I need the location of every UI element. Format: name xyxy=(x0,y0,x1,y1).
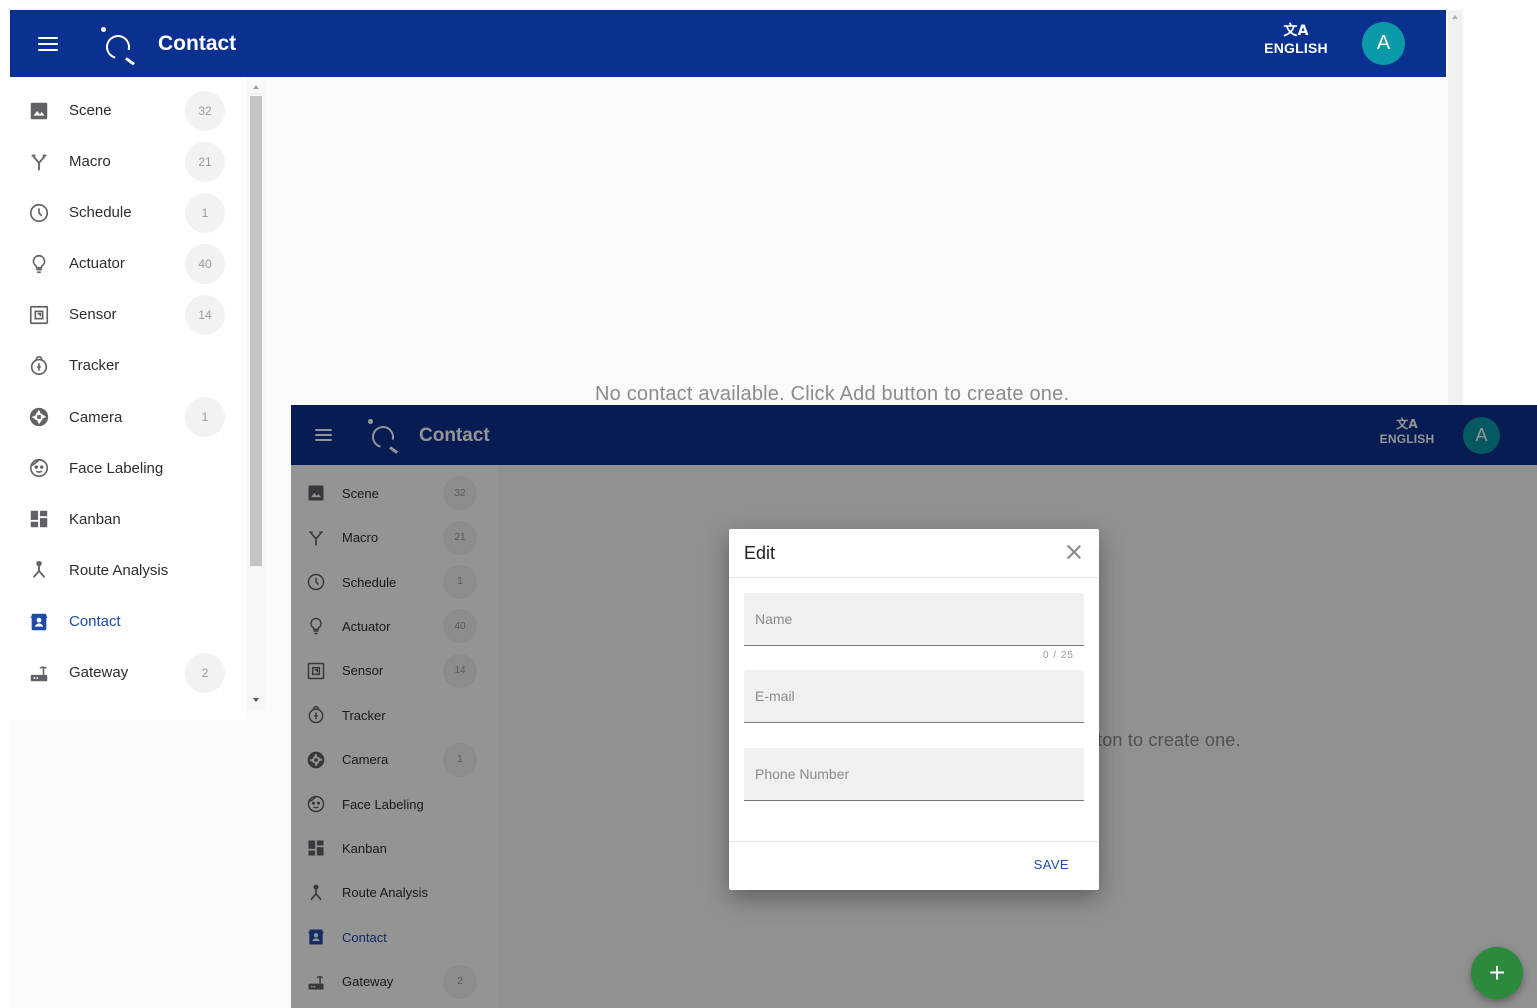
close-icon[interactable] xyxy=(1065,543,1083,561)
scroll-up-arrow[interactable] xyxy=(253,85,259,89)
sidebar-item-scene[interactable]: Scene 32 xyxy=(10,85,246,136)
scroll-down-arrow[interactable] xyxy=(253,698,259,702)
count-badge: 14 xyxy=(185,294,225,335)
top-app-bar: Contact 文A ENGLISH A xyxy=(10,10,1446,77)
page-scrollbar[interactable] xyxy=(1448,10,1462,405)
sidebar-item-label: Sensor xyxy=(69,306,117,324)
dashboard-icon xyxy=(28,508,50,530)
aperture-icon xyxy=(28,406,50,428)
email-input[interactable] xyxy=(744,670,1084,722)
sidebar-nav: Scene 32 Macro 21 Schedule 1 Actuator 40 Sensor 1… xyxy=(10,77,246,720)
sidebar-scrollbar[interactable] xyxy=(247,80,265,710)
contact-icon xyxy=(28,611,50,633)
empty-state-message: No contact available. Click Add button t… xyxy=(595,383,1070,405)
edit-contact-dialog: Edit 0 / 25 SAVE xyxy=(729,529,1099,890)
sidebar-item-camera[interactable]: Camera 1 xyxy=(10,392,246,443)
sidebar-item-label: Camera xyxy=(69,408,123,426)
page-title: Contact xyxy=(158,32,237,55)
menu-icon[interactable] xyxy=(38,37,58,51)
page-scroll-up-arrow xyxy=(1452,15,1458,19)
sidebar-item-gateway[interactable]: Gateway 2 xyxy=(10,647,246,698)
dialog-title: Edit xyxy=(744,543,776,563)
phone-input[interactable] xyxy=(744,748,1084,800)
add-contact-button[interactable]: + xyxy=(1471,947,1523,999)
touch-icon xyxy=(28,355,50,377)
sidebar-item-label: Kanban xyxy=(69,510,121,528)
count-badge: 40 xyxy=(185,243,225,284)
sidebar-item-contact[interactable]: Contact xyxy=(10,596,246,647)
phone-field[interactable] xyxy=(744,748,1084,801)
lightbulb-icon xyxy=(28,253,50,275)
plus-icon: + xyxy=(1488,957,1506,988)
dialog-footer: SAVE xyxy=(729,841,1099,890)
dialog-header: Edit xyxy=(729,529,1099,578)
route-icon xyxy=(28,559,50,581)
app-logo-icon xyxy=(100,25,140,66)
avatar[interactable]: A xyxy=(1362,22,1405,65)
sidebar-item-actuator[interactable]: Actuator 40 xyxy=(10,238,246,289)
sidebar-item-label: Tracker xyxy=(69,357,120,375)
sensor-icon xyxy=(28,304,50,326)
name-field[interactable] xyxy=(744,593,1084,646)
macro-fork-icon xyxy=(28,151,50,173)
sidebar-item-label: Macro xyxy=(69,153,111,171)
sidebar-item-label: Route Analysis xyxy=(69,561,169,579)
save-button[interactable]: SAVE xyxy=(1034,857,1069,872)
name-input[interactable] xyxy=(744,593,1084,645)
count-badge: 2 xyxy=(185,652,225,693)
sidebar-item-label: Scene xyxy=(69,101,112,119)
email-field[interactable] xyxy=(744,670,1084,723)
sidebar-item-label: Contact xyxy=(69,612,121,630)
sidebar-item-tracker[interactable]: Tracker xyxy=(10,341,246,392)
sidebar-item-schedule[interactable]: Schedule 1 xyxy=(10,187,246,238)
contact-edit-window: Contact 文A ENGLISH A Scene 32 Macro 21 Sched… xyxy=(291,405,1537,1008)
sidebar-item-kanban[interactable]: Kanban xyxy=(10,494,246,545)
name-char-counter: 0 / 25 xyxy=(1042,650,1074,661)
sidebar-item-face-labeling[interactable]: Face Labeling xyxy=(10,443,246,494)
count-badge: 1 xyxy=(185,192,225,233)
image-icon xyxy=(28,100,50,122)
language-label: ENGLISH xyxy=(1264,40,1328,56)
sidebar-item-label: Actuator xyxy=(69,255,125,273)
scroll-thumb[interactable] xyxy=(250,96,262,566)
translate-icon: 文A xyxy=(1283,23,1309,39)
sidebar-item-macro[interactable]: Macro 21 xyxy=(10,136,246,187)
language-switcher[interactable]: 文A ENGLISH xyxy=(1258,24,1334,56)
clock-icon xyxy=(28,202,50,224)
sidebar-item-label: Schedule xyxy=(69,204,132,222)
count-badge: 32 xyxy=(185,90,225,131)
sidebar-item-label: Face Labeling xyxy=(69,459,164,477)
router-icon xyxy=(28,662,50,684)
count-badge: 1 xyxy=(185,397,225,438)
count-badge: 21 xyxy=(185,141,225,182)
sidebar-item-route-analysis[interactable]: Route Analysis xyxy=(10,545,246,596)
sidebar-item-label: Gateway xyxy=(69,664,129,682)
face-icon xyxy=(28,457,50,479)
sidebar-item-sensor[interactable]: Sensor 14 xyxy=(10,289,246,340)
